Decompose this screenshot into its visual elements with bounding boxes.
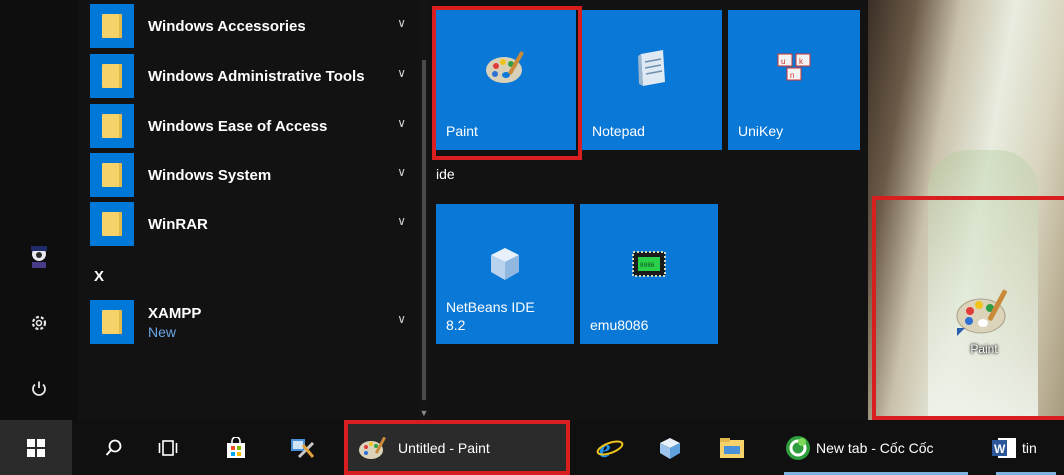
task-view-button[interactable]: [146, 420, 190, 475]
folder-icon: [90, 300, 134, 344]
app-label: XAMPP: [148, 304, 202, 322]
start-rail: [0, 0, 78, 420]
cube-app-button[interactable]: [646, 420, 694, 475]
app-label: Windows Ease of Access: [148, 117, 328, 135]
power-icon[interactable]: [22, 372, 56, 406]
app-list-item-windows-administrative-tools[interactable]: Windows Administrative Tools ∨: [90, 54, 410, 98]
tile-label: emu8086: [590, 316, 649, 333]
section-header-x[interactable]: X: [94, 268, 104, 285]
file-explorer-icon: [720, 437, 744, 458]
user-avatar-icon[interactable]: [22, 240, 56, 274]
desktop-shortcut-paint[interactable]: Paint: [944, 286, 1024, 386]
store-icon: [227, 436, 245, 458]
desktop-wallpaper: Paint: [868, 0, 1064, 420]
app-list-item-windows-ease-of-access[interactable]: Windows Ease of Access ∨: [90, 104, 410, 148]
scroll-down-arrow-icon[interactable]: ▼: [419, 408, 429, 418]
chevron-down-icon[interactable]: ∨: [397, 16, 406, 30]
notepad-icon: [638, 50, 665, 86]
chevron-down-icon[interactable]: ∨: [397, 116, 406, 130]
new-badge: New: [148, 323, 177, 340]
taskbar-item-label: Untitled - Paint: [398, 439, 490, 456]
folder-icon: [90, 54, 134, 98]
tile-paint[interactable]: Paint: [436, 10, 576, 150]
netbeans-cube-icon: [491, 248, 519, 280]
file-explorer-button[interactable]: [708, 420, 756, 475]
folder-icon: [90, 202, 134, 246]
taskbar-item-label: tin: [1022, 439, 1037, 456]
taskbar-item-word[interactable]: W tin: [988, 420, 1064, 475]
tile-netbeans-ide[interactable]: NetBeans IDE 8.2: [436, 204, 574, 344]
word-icon: W: [992, 437, 1016, 458]
app-label: Windows System: [148, 166, 272, 184]
unikey-icon: u kn: [777, 53, 811, 81]
coccoc-browser-icon: [786, 435, 810, 460]
tile-label: Paint: [446, 122, 478, 139]
search-icon: [105, 439, 122, 456]
desktop-shortcut-label: Paint: [970, 342, 998, 356]
search-button[interactable]: [92, 420, 136, 475]
start-button[interactable]: [0, 420, 72, 475]
taskbar-item-paint[interactable]: Untitled - Paint: [348, 420, 566, 475]
tile-emu8086[interactable]: 8086 emu8086: [580, 204, 718, 344]
task-view-icon: [158, 439, 178, 456]
app-list-item-winrar[interactable]: WinRAR ∨: [90, 202, 410, 246]
app-list-item-windows-system[interactable]: Windows System ∨: [90, 153, 410, 197]
taskbar-item-label: New tab - Cốc Cốc: [816, 439, 934, 456]
tile-unikey[interactable]: ukn UniKey: [728, 10, 860, 150]
chevron-down-icon[interactable]: ∨: [397, 214, 406, 228]
folder-icon: [90, 104, 134, 148]
paint-palette-icon: [486, 51, 524, 83]
settings-gear-icon[interactable]: [22, 306, 56, 340]
app-list-item-xampp[interactable]: XAMPP New ∨: [90, 300, 410, 344]
svg-text:u: u: [781, 57, 785, 66]
taskbar: Untitled - Paint e New tab - Cốc Cốc W t…: [0, 420, 1064, 475]
chevron-down-icon[interactable]: ∨: [397, 66, 406, 80]
app-label: Windows Accessories: [148, 17, 306, 35]
folder-icon: [90, 153, 134, 197]
screen: Windows Accessories ∨ Windows Administra…: [0, 0, 1064, 475]
chevron-down-icon[interactable]: ∨: [397, 165, 406, 179]
svg-text:8086: 8086: [640, 262, 655, 269]
tile-group-label[interactable]: ide: [436, 166, 455, 182]
internet-explorer-icon: e: [596, 435, 624, 461]
emu8086-chip-icon: 8086: [632, 251, 666, 277]
internet-explorer-button[interactable]: e: [586, 420, 634, 475]
paint-palette-icon: [956, 289, 1007, 336]
store-button[interactable]: [214, 420, 258, 475]
paint-palette-icon: [359, 436, 386, 459]
tools-app-button[interactable]: [278, 420, 326, 475]
app-list: Windows Accessories ∨ Windows Administra…: [78, 0, 418, 420]
tile-notepad[interactable]: Notepad: [582, 10, 722, 150]
tile-label: UniKey: [738, 122, 784, 139]
app-label: Windows Administrative Tools: [148, 67, 365, 85]
taskbar-item-coccoc[interactable]: New tab - Cốc Cốc: [776, 420, 976, 475]
app-list-scrollbar[interactable]: ▼: [419, 0, 429, 420]
chevron-down-icon[interactable]: ∨: [397, 312, 406, 326]
tile-label: Notepad: [592, 122, 645, 139]
svg-text:W: W: [994, 442, 1006, 456]
scrollbar-thumb[interactable]: [422, 60, 426, 400]
app-cube-icon: [660, 437, 680, 459]
tools-icon: [291, 438, 315, 458]
app-label: WinRAR: [148, 215, 208, 233]
folder-icon: [90, 4, 134, 48]
app-list-item-windows-accessories[interactable]: Windows Accessories ∨: [90, 4, 410, 48]
svg-text:n: n: [790, 71, 794, 80]
windows-logo-icon: [27, 438, 45, 457]
start-menu: Windows Accessories ∨ Windows Administra…: [0, 0, 868, 420]
tile-label: NetBeans IDE 8.2: [446, 299, 535, 333]
